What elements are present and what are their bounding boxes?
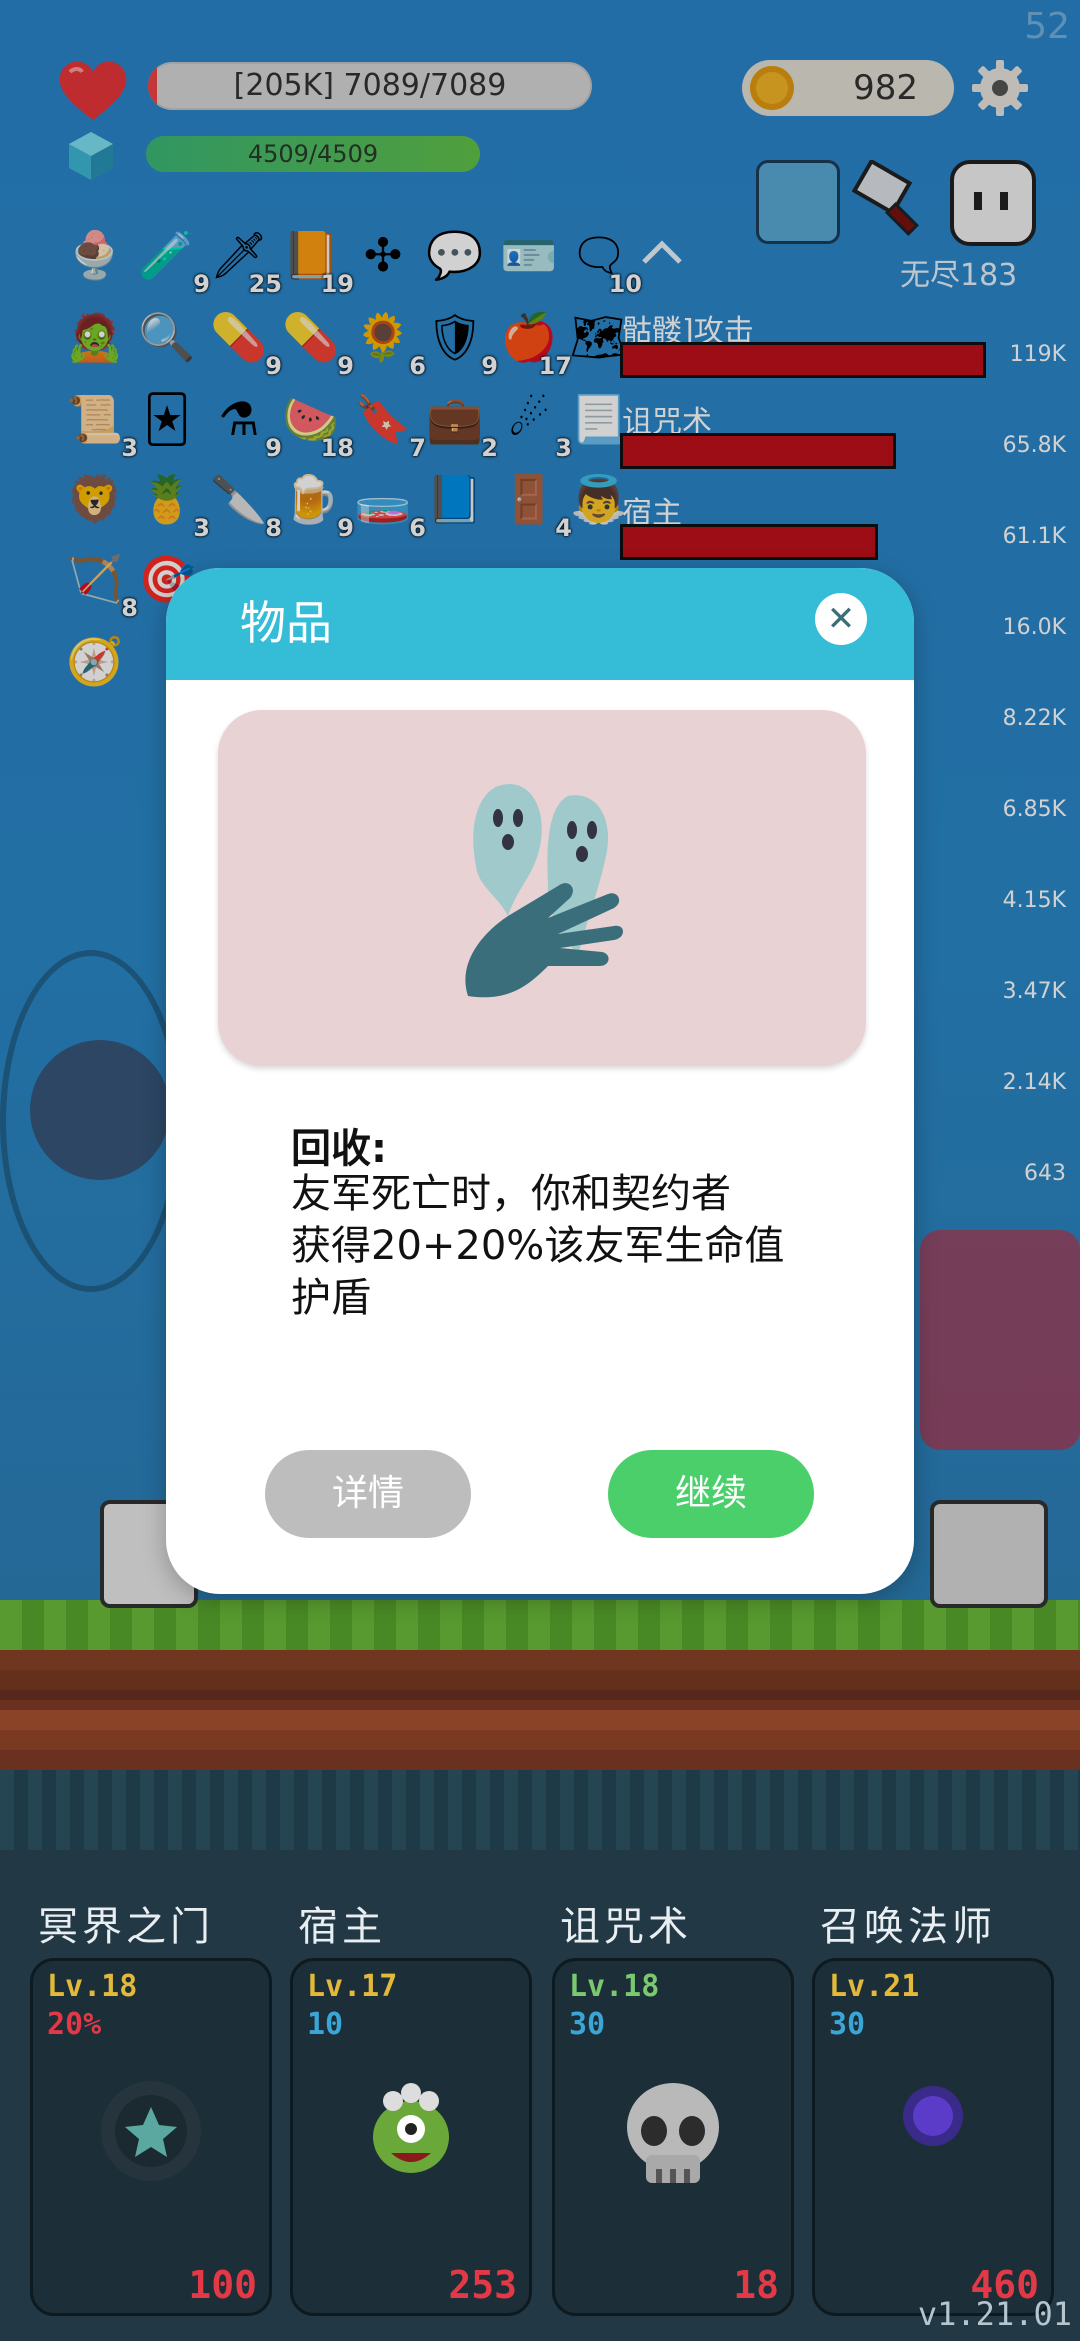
close-icon: ✕ <box>826 599 856 639</box>
version-label: v1.21.01 <box>917 2295 1072 2333</box>
skill-stat: 30 <box>569 2007 606 2042</box>
description-title: 回收: <box>291 1126 387 1172</box>
dialog-title: 物品 <box>240 596 332 650</box>
description-text: 友军死亡时，你和契约者 获得20+20%该友军生命值 护盾 <box>291 1168 811 1324</box>
skill-count: 18 <box>733 2263 779 2307</box>
skill-level: Lv.18 <box>569 1969 660 2004</box>
description-line: 护盾 <box>291 1275 371 1321</box>
skill-count: 100 <box>188 2263 257 2307</box>
skill-level: Lv.21 <box>829 1969 920 2004</box>
skill-count: 253 <box>448 2263 517 2307</box>
skill-stat: 10 <box>307 2007 344 2042</box>
skill-card[interactable]: Lv.21 30 460 <box>812 1958 1054 2316</box>
skill-card[interactable]: Lv.18 30 18 <box>552 1958 794 2316</box>
ghost-hand-icon <box>465 784 623 998</box>
green-monster-icon <box>293 2071 529 2195</box>
skill-card[interactable]: Lv.18 20% 100 <box>30 1958 272 2316</box>
skill-name: 召唤法师 <box>820 1904 996 1950</box>
skill-stat: 30 <box>829 2007 866 2042</box>
portal-icon <box>33 2071 269 2195</box>
details-button[interactable]: 详情 <box>265 1450 471 1538</box>
dark-orb-icon <box>815 2071 1051 2165</box>
floor-pattern <box>0 1770 1080 1850</box>
close-button[interactable]: ✕ <box>815 593 867 645</box>
item-dialog: 物品 ✕ 回收: 友军死亡时，你和契约者 获得20+20%该友军生命值 护盾 详… <box>166 568 914 1594</box>
skull-icon <box>555 2071 791 2205</box>
skill-card[interactable]: Lv.17 10 253 <box>290 1958 532 2316</box>
skill-name: 冥界之门 <box>38 1904 214 1950</box>
skill-level: Lv.18 <box>47 1969 138 2004</box>
description-line: 友军死亡时，你和契约者 <box>291 1171 731 1217</box>
skill-name: 诅咒术 <box>560 1904 692 1950</box>
skill-stat: 20% <box>47 2007 102 2042</box>
item-preview <box>218 710 866 1066</box>
skill-level: Lv.17 <box>307 1969 398 2004</box>
skill-name: 宿主 <box>298 1904 386 1950</box>
description-line: 获得20+20%该友军生命值 <box>291 1223 785 1269</box>
continue-button[interactable]: 继续 <box>608 1450 814 1538</box>
